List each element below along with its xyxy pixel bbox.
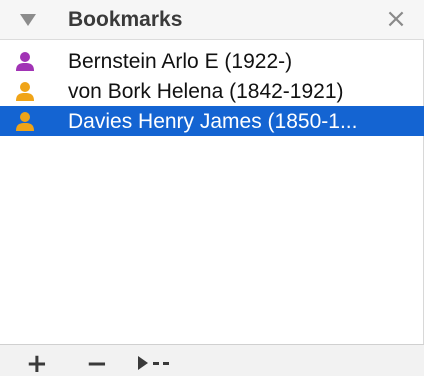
bookmark-item[interactable]: von Bork Helena (1842-1921) — [0, 76, 424, 106]
bookmark-label: von Bork Helena (1842-1921) — [68, 80, 344, 103]
close-button[interactable]: × — [382, 6, 410, 34]
bookmarks-panel: Bookmarks × Bernstein Arlo E (1922-) von… — [0, 0, 424, 377]
bookmark-item[interactable]: Bernstein Arlo E (1922-) — [0, 46, 424, 76]
add-bookmark-button[interactable]: + — [26, 351, 48, 377]
remove-bookmark-button[interactable]: − — [86, 351, 108, 377]
panel-footer: + − — [0, 344, 424, 377]
bookmark-item-selected[interactable]: Davies Henry James (1850-1... — [0, 106, 424, 136]
bookmark-list: Bernstein Arlo E (1922-) von Bork Helena… — [0, 46, 424, 136]
person-icon — [16, 112, 34, 131]
panel-header: Bookmarks × — [0, 0, 424, 40]
panel-title: Bookmarks — [68, 8, 183, 31]
bookmark-label: Bernstein Arlo E (1922-) — [68, 50, 293, 73]
bookmark-label: Davies Henry James (1850-1... — [68, 110, 358, 133]
person-icon — [16, 82, 34, 101]
disclosure-triangle-icon[interactable] — [20, 14, 36, 26]
action-menu-icon[interactable] — [136, 353, 180, 373]
person-icon — [16, 52, 34, 71]
